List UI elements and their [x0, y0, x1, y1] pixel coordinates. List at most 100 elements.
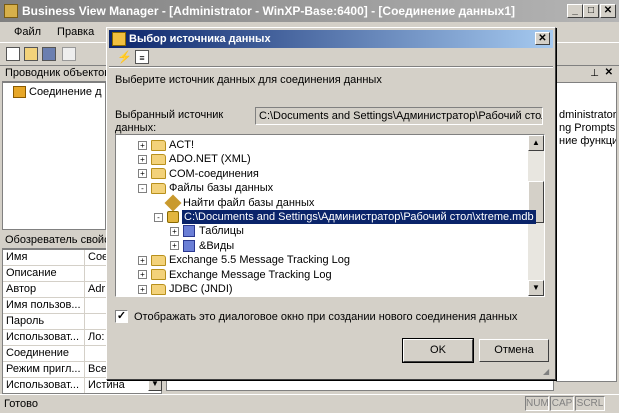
property-key: Соединение [3, 346, 85, 361]
tree-node[interactable]: - Файлы базы данных [138, 181, 273, 195]
property-key: Описание [3, 266, 85, 281]
folder-icon [151, 269, 166, 281]
expand-icon[interactable]: + [170, 226, 179, 236]
maximize-button[interactable]: □ [583, 4, 599, 18]
cancel-button[interactable]: Отмена [479, 339, 549, 362]
property-key: Использоват... [3, 330, 85, 345]
expand-icon[interactable]: + [138, 140, 147, 150]
select-data-source-dialog: Выбор источника данных ✕ ⚡ ≡ Выберите ис… [106, 27, 556, 380]
tree-node[interactable]: + Exchange 5.5 Message Tracking Log [138, 253, 350, 267]
tree-node[interactable]: + JDBC (JNDI) [138, 282, 233, 296]
selected-source-label: Выбранный источник данных: [115, 109, 224, 134]
save-icon[interactable] [42, 47, 56, 61]
database-icon [167, 211, 179, 223]
show-dialog-checkbox[interactable]: ✓ [115, 310, 128, 323]
scroll-down-icon[interactable]: ▼ [528, 280, 544, 296]
tree-node[interactable]: + COM-соединения [138, 167, 259, 181]
explorer-node[interactable]: Соединение д [29, 86, 102, 98]
folder-icon [151, 153, 166, 165]
tree-node[interactable]: + Exchange Message Tracking Log [138, 268, 332, 282]
expand-icon[interactable]: + [138, 284, 147, 294]
tree-node-label: Exchange Message Tracking Log [169, 268, 332, 281]
folder-icon [151, 254, 166, 266]
table-icon [183, 225, 195, 238]
new-icon[interactable] [6, 47, 20, 61]
tree-node-label: Таблицы [199, 225, 244, 238]
right-pane-line: ng Prompts [559, 122, 616, 134]
resize-grip-icon[interactable]: ◢ [543, 367, 553, 377]
app-titlebar: Business View Manager - [Administrator -… [0, 0, 619, 22]
property-key: Имя пользов... [3, 298, 85, 313]
expand-icon[interactable]: + [138, 270, 147, 280]
pin-icon[interactable]: ⊥ [590, 68, 599, 79]
minimize-button[interactable]: _ [567, 4, 583, 18]
tree-node-label: ACT! [169, 139, 195, 151]
table-icon [183, 239, 195, 252]
menu-edit[interactable]: Правка [57, 26, 102, 38]
app-title: Business View Manager - [Administrator -… [22, 4, 516, 18]
dialog-instruction: Выберите источник данных для соединения … [115, 74, 382, 86]
property-row[interactable]: Использоват... Истина [3, 378, 161, 393]
tree-node-label: &Виды [199, 239, 235, 252]
collapse-icon[interactable]: - [138, 183, 147, 193]
status-cap: CAP [550, 396, 574, 411]
ok-button[interactable]: OK [402, 338, 474, 363]
menu-file[interactable]: Файл [14, 26, 49, 38]
tree-node[interactable]: - C:\Documents and Settings\Администратор… [154, 210, 536, 224]
close-button[interactable]: ✕ [600, 4, 616, 18]
selected-source-field: C:\Documents and Settings\Администратор\… [255, 107, 543, 125]
show-dialog-checkbox-label: Отображать это диалоговое окно при созда… [134, 310, 518, 323]
object-explorer: Соединение д [2, 82, 106, 230]
app-icon [4, 4, 18, 18]
tree-node-label: JDBC (JNDI) [169, 283, 233, 295]
tree-node-label: Найти файл базы данных [183, 196, 315, 209]
dialog-close-button[interactable]: ✕ [535, 32, 550, 45]
property-key: Автор [3, 282, 85, 297]
scroll-up-icon[interactable]: ▲ [528, 135, 544, 151]
folder-icon [151, 182, 166, 194]
properties-icon[interactable]: ≡ [135, 50, 149, 64]
tree-node[interactable]: + ACT! [138, 138, 194, 152]
status-num: NUM [525, 396, 549, 411]
lightning-icon[interactable]: ⚡ [117, 50, 132, 64]
expand-icon[interactable]: + [170, 241, 179, 251]
tree-node-label: C:\Documents and Settings\Администратор\… [182, 210, 536, 224]
expand-icon[interactable]: + [138, 154, 147, 164]
tree-node[interactable]: + &Виды [170, 239, 234, 253]
data-source-tree: ▲ ▼ + ACT! + ADO.NET (XML) + COM-соединения - Ф… [115, 134, 545, 297]
right-pane-line: dministrator] [559, 109, 617, 121]
property-key: Режим пригл... [3, 362, 85, 377]
pane-close-icon[interactable]: ✕ [605, 67, 613, 78]
folder-icon [151, 168, 166, 180]
tree-node[interactable]: + ADO.NET (XML) [138, 152, 251, 166]
status-scrl: SCRL [575, 396, 605, 411]
open-folder-icon[interactable] [24, 47, 38, 61]
property-key: Имя [3, 250, 85, 265]
right-pane-header: ⊥ ✕ [556, 66, 617, 82]
wand-icon [164, 194, 182, 212]
property-key: Использоват... [3, 378, 85, 393]
tree-node[interactable]: + Таблицы [170, 224, 244, 238]
tree-node[interactable]: Найти файл базы данных [154, 194, 315, 212]
dialog-title: Выбор источника данных [129, 33, 271, 45]
dialog-toolbar-separator [109, 66, 553, 68]
dialog-titlebar: Выбор источника данных ✕ [109, 30, 553, 48]
tree-node-label: ADO.NET (XML) [169, 153, 251, 166]
status-text: Готово [4, 398, 38, 410]
collapse-icon[interactable]: - [154, 212, 163, 222]
tree-node-label: Файлы базы данных [169, 182, 274, 195]
right-pane: dministrator] ng Prompts ние функции [556, 82, 617, 382]
property-key: Пароль [3, 314, 85, 329]
show-dialog-checkbox-row[interactable]: ✓ Отображать это диалоговое окно при соз… [115, 310, 517, 323]
expand-icon[interactable]: + [138, 255, 147, 265]
folder-icon [151, 283, 166, 295]
tree-node-label: COM-соединения [169, 167, 259, 180]
properties-header: Обозреватель свойств [2, 233, 106, 249]
tree-node-label: Exchange 5.5 Message Tracking Log [169, 254, 351, 267]
explorer-header: Проводник объектов [2, 66, 106, 82]
data-connection-icon [13, 86, 26, 98]
folder-icon [151, 139, 166, 151]
expand-icon[interactable]: + [138, 169, 147, 179]
undo-icon[interactable] [62, 47, 76, 61]
right-pane-line: ние функции [559, 135, 616, 147]
